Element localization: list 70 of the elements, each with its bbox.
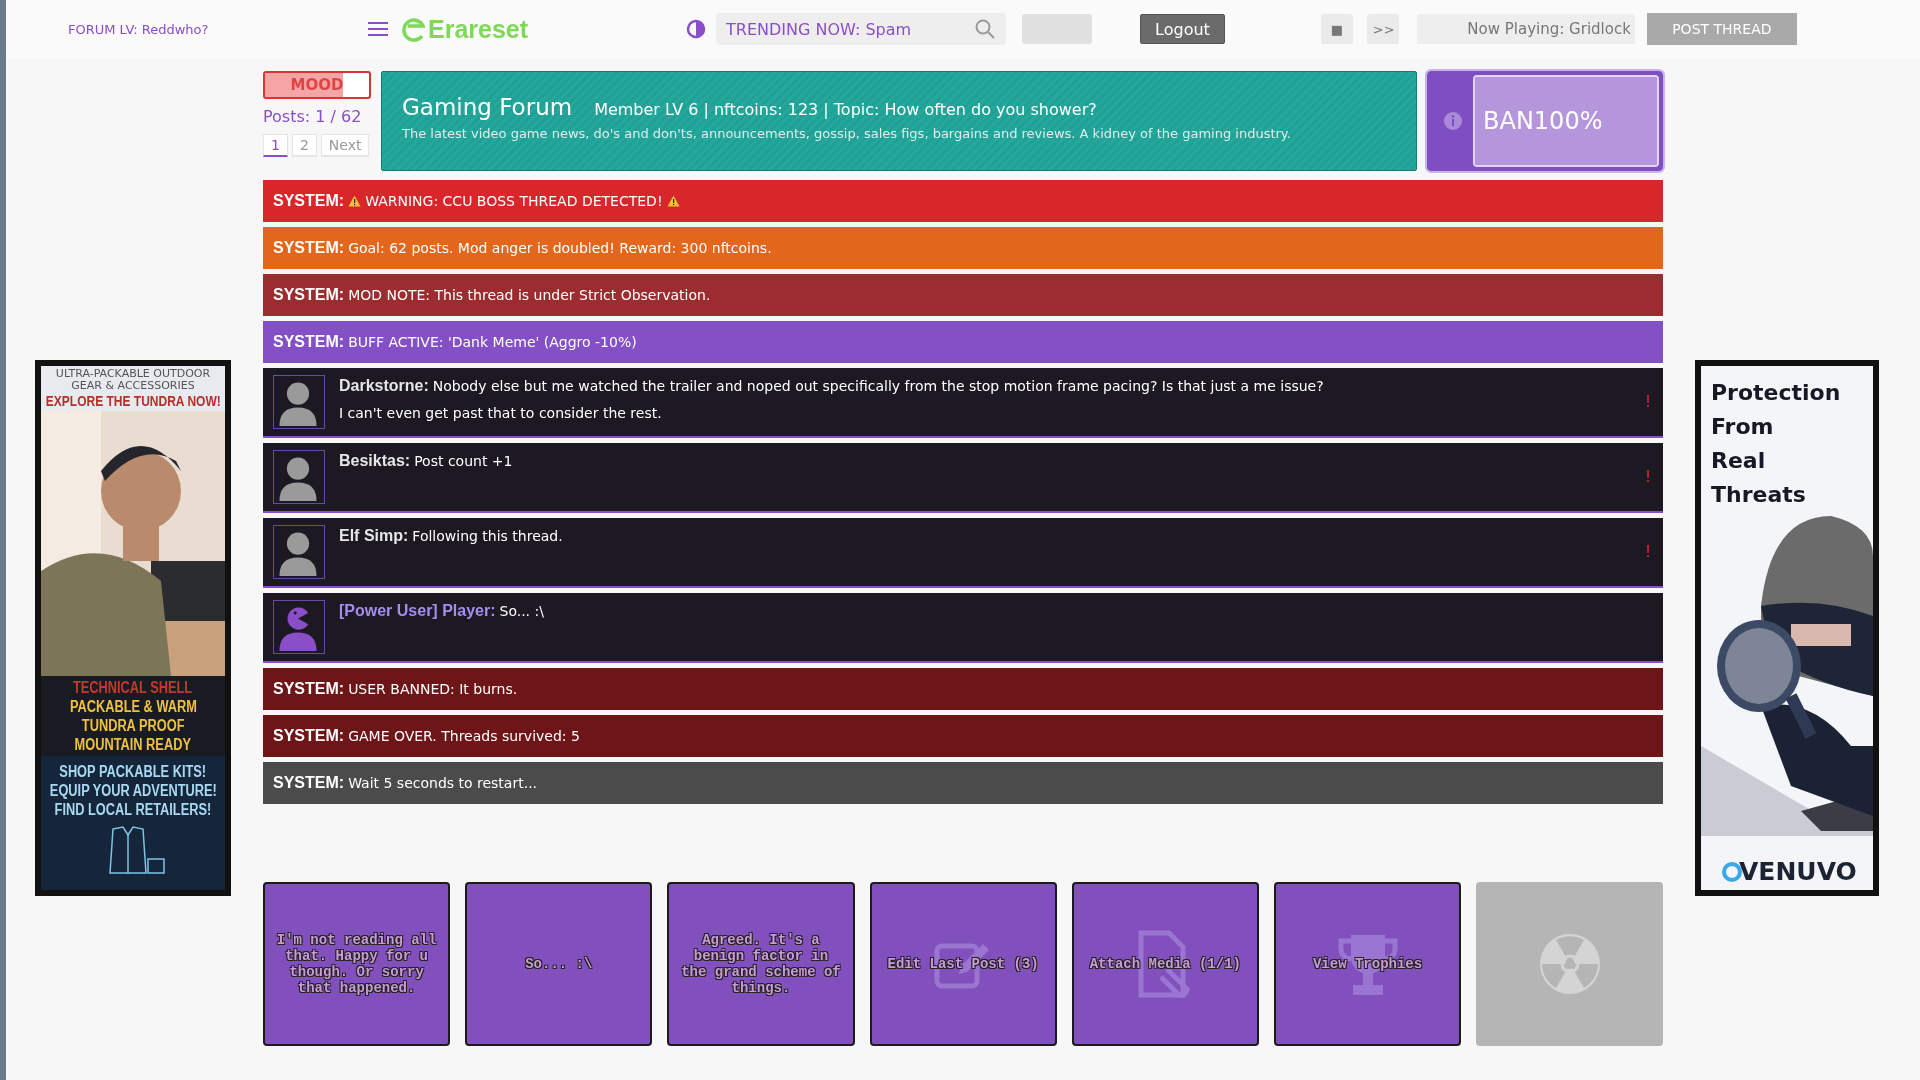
ad-text: GEAR & ACCESSORIES [71, 380, 195, 392]
system-label: SYSTEM: [273, 727, 345, 745]
forum-meta: Member LV 6 | nftcoins: 123 | Topic: How often do you shower? [594, 100, 1097, 119]
system-text: GAME OVER. Threads survived: 5 [348, 728, 580, 744]
action-button[interactable]: I'm not reading all that. Happy for u though. Or sorry that happened. [263, 882, 451, 1046]
page-button[interactable]: 2 [291, 134, 317, 157]
system-label: SYSTEM: [273, 286, 345, 304]
system-text: Goal: 62 posts. Mod anger is doubled! Reward: 300 nftcoins. [348, 240, 772, 256]
ad-headline: From [1711, 413, 1775, 441]
report-button[interactable]: ! [1639, 467, 1657, 487]
post-text: Following this thread. [412, 528, 563, 544]
radiation-icon [1537, 932, 1602, 996]
posts-count: Posts: 1 / 62 [263, 107, 363, 126]
page-button[interactable]: 1 [263, 134, 288, 157]
ban-label: BAN100% [1482, 107, 1603, 135]
ad-text: FIND LOCAL RETAILERS! [54, 800, 212, 819]
ad-text: ULTRA-PACKABLE OUTDOOR [55, 368, 211, 380]
forum-title: Gaming Forum [402, 94, 573, 120]
system-text: Wait 5 seconds to restart... [348, 775, 538, 791]
ad-text: MOUNTAIN READY [74, 735, 192, 754]
ad-banner[interactable]: ULTRA-PACKABLE OUTDOOR GEAR & ACCESSORIES EXPLORE THE TUNDRA NOW! TECHNICAL SHELL PACKABLE & WARM TUNDRA PROOF MOUNTAIN READY SHOP PACKABLE KITS! EQUIP YOUR ADVENTURE! FIND LOCAL RETAILERS! [35, 360, 231, 896]
system-label: SYSTEM: [273, 774, 345, 792]
ad-text: TUNDRA PROOF [81, 716, 185, 735]
system-label: SYSTEM: [273, 239, 345, 257]
page-button[interactable]: Next [320, 134, 370, 157]
post-author[interactable]: Darkstorne: [339, 377, 429, 394]
forum-description: The latest video game news, do's and don'ts, announcements, gossip, sales figs, bargains and reviews. A kidney of the gaming industry. [402, 126, 1292, 141]
ad-headline: Real [1711, 447, 1767, 475]
system-text: USER BANNED: It burns. [348, 681, 518, 697]
ad-text: EQUIP YOUR ADVENTURE! [49, 781, 217, 800]
menu-icon[interactable] [368, 21, 388, 37]
ad-headline: EXPLORE THE TUNDRA NOW! [45, 392, 221, 409]
logo-icon [402, 16, 426, 42]
post-text: I can't even get past that to consider the rest. [339, 405, 662, 421]
system-text: WARNING: CCU BOSS THREAD DETECTED! [365, 193, 663, 209]
search-icon[interactable] [974, 18, 997, 40]
warning-icon [666, 195, 680, 207]
skip-button[interactable]: >> [1366, 14, 1399, 44]
ad-headline: Protection [1711, 379, 1841, 407]
logout-button[interactable]: Logout [1140, 14, 1225, 44]
system-label: SYSTEM: [273, 680, 345, 698]
ad-text: PACKABLE & WARM [69, 697, 197, 716]
forum-level: FORUM LV: Reddwho? [68, 21, 210, 37]
search-field[interactable]: TRENDING NOW: Spam [716, 13, 1007, 45]
post-text: Post count +1 [414, 453, 513, 469]
ad-text: TECHNICAL SHELL [73, 678, 193, 697]
post-text: Nobody else but me watched the trailer and noped out specifically from the stop motion frame pacing? Is that just a me issue? [432, 378, 1324, 394]
report-button[interactable]: ! [1639, 542, 1657, 562]
warning-icon [348, 195, 362, 207]
contrast-icon[interactable] [686, 19, 707, 39]
action-button[interactable]: Attach Media (1/1) [1071, 882, 1259, 1046]
report-button[interactable]: ! [1639, 392, 1657, 412]
action-button[interactable]: Agreed. It's a benign factor in the grand scheme of things. [667, 882, 855, 1046]
action-button[interactable]: Edit Last Post (3) [869, 882, 1057, 1046]
ad-text: SHOP PACKABLE KITS! [59, 762, 207, 781]
stop-button[interactable]: ■ [1320, 14, 1353, 44]
action-button[interactable]: So... :\ [465, 882, 653, 1046]
system-text: BUFF ACTIVE: 'Dank Meme' (Aggro -10%) [348, 334, 637, 350]
post-author[interactable]: [Power User] Player: [339, 602, 496, 619]
info-icon[interactable] [1443, 111, 1463, 131]
ad-headline: Threats [1711, 481, 1807, 509]
system-label: SYSTEM: [273, 192, 345, 210]
mood-label: MOOD [289, 75, 345, 96]
post-author[interactable]: Elf Simp: [339, 527, 409, 544]
action-button[interactable]: View Trophies [1273, 882, 1462, 1046]
now-playing: Now Playing: Gridlock [1416, 14, 1635, 44]
system-text: MOD NOTE: This thread is under Strict Observation. [348, 287, 711, 303]
system-label: SYSTEM: [273, 333, 345, 351]
post-author[interactable]: Besiktas: [339, 452, 411, 469]
post-text: So... :\ [499, 603, 544, 619]
